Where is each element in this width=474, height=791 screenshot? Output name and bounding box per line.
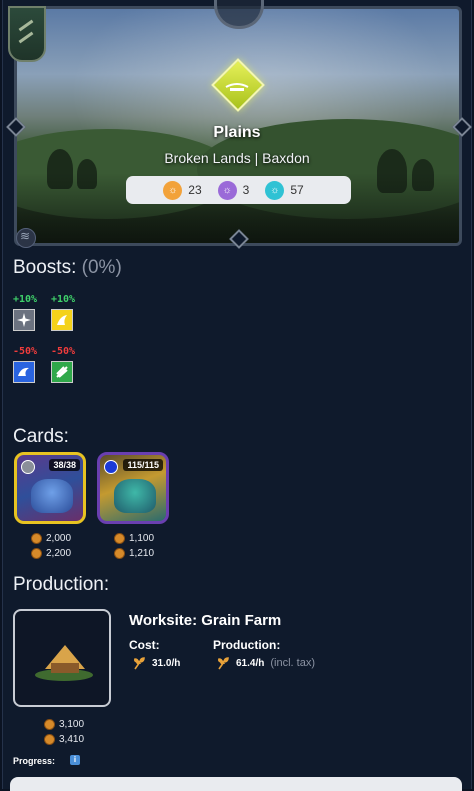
teal-resource-icon: ☼	[265, 180, 285, 200]
card-health-badge: 115/115	[123, 459, 163, 471]
boost-percent: -50%	[51, 346, 76, 357]
production-label: Production:	[213, 638, 281, 652]
power-icon	[114, 533, 125, 544]
power-value: 2,200	[46, 548, 72, 559]
card-power-boosted: 2,200	[31, 548, 71, 559]
emblem-icon	[8, 6, 46, 62]
cards-heading: Cards:	[13, 426, 69, 447]
boost-life: +10%	[51, 294, 75, 331]
power-icon	[31, 548, 42, 559]
info-icon[interactable]: i	[70, 755, 80, 765]
card-power-boosted: 1,210	[114, 548, 154, 559]
power-value: 1,210	[129, 548, 155, 559]
earth-element-icon	[51, 361, 73, 383]
boost-neutral: +10%	[13, 294, 37, 331]
card-element-dot	[21, 460, 35, 474]
boost-percent: +10%	[51, 294, 76, 305]
orange-resource-icon: ☼	[163, 180, 183, 200]
card-art	[31, 479, 73, 513]
power-value: 3,410	[59, 734, 85, 745]
power-value: 1,100	[129, 533, 155, 544]
land-stats: ☼ 23 ☼ 3 ☼ 57	[126, 176, 351, 204]
production-rate: 61.4/h (incl. tax)	[216, 656, 315, 670]
plains-symbol-icon	[225, 83, 249, 91]
boosts-label: Boosts:	[13, 257, 77, 278]
boost-percent: -50%	[13, 346, 38, 357]
cost-value: 31.0/h	[152, 657, 181, 669]
grain-icon	[133, 657, 145, 670]
water-disc-icon	[16, 228, 36, 248]
worksite-image[interactable]	[13, 609, 111, 707]
land-name: Plains	[213, 124, 261, 141]
purple-resource-icon: ☼	[217, 180, 237, 200]
power-icon	[31, 533, 42, 544]
worksite-power-base: 3,100	[44, 719, 84, 730]
power-icon	[44, 734, 55, 745]
power-value: 2,000	[46, 533, 72, 544]
card-slot[interactable]: 115/115	[97, 452, 169, 524]
card-power-base: 2,000	[31, 533, 71, 544]
grain-icon	[217, 657, 229, 670]
neutral-element-icon	[13, 309, 35, 331]
cost-label: Cost:	[129, 638, 160, 652]
worksite-title: Worksite: Grain Farm	[129, 612, 282, 629]
boosts-total: (0%)	[81, 257, 122, 278]
power-value: 3,100	[59, 719, 85, 730]
boost-percent: +10%	[13, 294, 38, 305]
life-element-icon	[51, 309, 73, 331]
card-element-dot	[104, 460, 118, 474]
stat-value: 3	[242, 183, 250, 197]
card-power-base: 1,100	[114, 533, 154, 544]
farm-wall	[51, 663, 79, 673]
production-value: 61.4/h	[236, 657, 265, 669]
boosts-heading: Boosts: (0%)	[13, 257, 122, 279]
power-icon	[114, 548, 125, 559]
water-element-icon	[13, 361, 35, 383]
progress-label: Progress:	[13, 756, 56, 766]
worksite-power-boosted: 3,410	[44, 734, 84, 745]
cost-rate: 31.0/h	[132, 656, 180, 670]
production-note: (incl. tax)	[270, 657, 315, 669]
boost-water: -50%	[13, 346, 37, 383]
production-heading: Production:	[13, 574, 110, 595]
stat-value: 23	[188, 183, 202, 197]
card-health-badge: 38/38	[49, 459, 80, 471]
land-region: Broken Lands | Baxdon	[164, 150, 310, 166]
card-slot[interactable]: 38/38	[14, 452, 86, 524]
power-icon	[44, 719, 55, 730]
boost-earth: -50%	[51, 346, 75, 383]
card-art	[114, 479, 156, 513]
stat-value: 57	[290, 183, 304, 197]
